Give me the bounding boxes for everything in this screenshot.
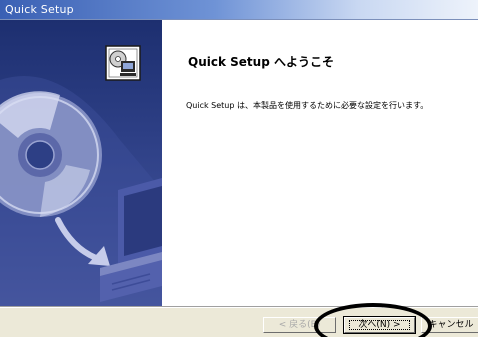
next-button-label: 次へ(N) > xyxy=(358,320,401,330)
wizard-side-panel xyxy=(0,20,162,306)
page-heading: Quick Setup へようこそ xyxy=(188,55,334,69)
intro-text: Quick Setup は、本製品を使用するために必要な設定を行います。 xyxy=(186,101,429,110)
quick-setup-window: Quick Setup Quick Setup へようこそ Quick Setu… xyxy=(0,0,478,337)
computer-with-disc-icon xyxy=(105,45,141,81)
window-title: Quick Setup xyxy=(5,3,74,16)
next-button[interactable]: 次へ(N) > xyxy=(343,316,416,334)
cd-disc-and-computer-illustration xyxy=(0,45,162,306)
cancel-button[interactable]: キャンセル xyxy=(421,317,478,333)
wizard-content: Quick Setup へようこそ Quick Setup は、本製品を使用する… xyxy=(162,20,478,306)
title-bar[interactable]: Quick Setup xyxy=(0,0,478,20)
back-button[interactable]: < 戻る(B) xyxy=(263,317,336,333)
button-separator xyxy=(0,306,478,308)
